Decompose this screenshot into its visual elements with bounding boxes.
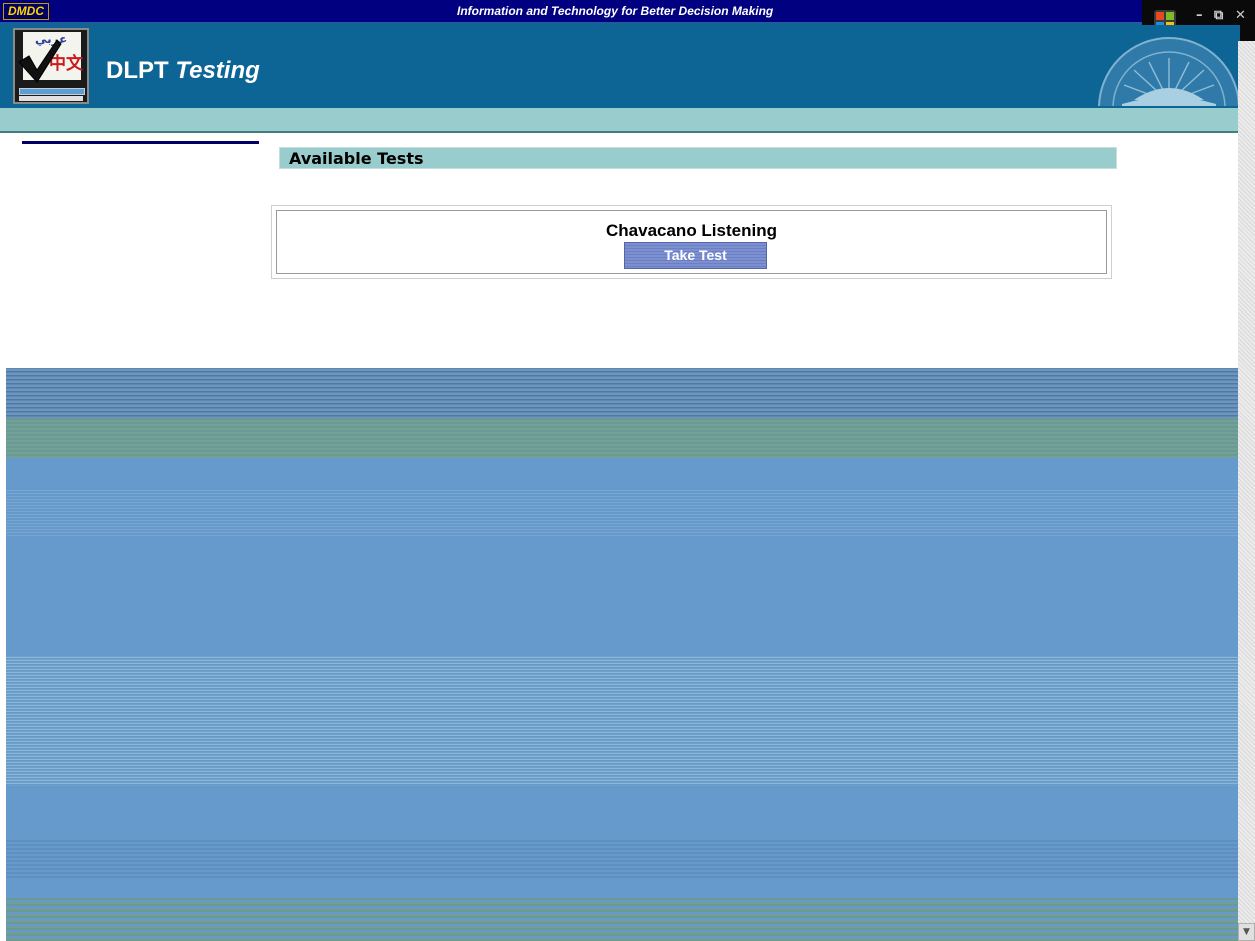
restore-button[interactable]: ⧉ xyxy=(1214,8,1223,24)
header-strip xyxy=(0,108,1240,131)
app-title-sub: Testing xyxy=(175,57,260,84)
top-title-bar: DMDC Information and Technology for Bett… xyxy=(0,0,1142,22)
dmdc-logo: DMDC xyxy=(3,3,49,20)
left-nav-divider xyxy=(22,141,259,144)
checkmark-language-icon: عربي 中文 xyxy=(13,28,89,104)
header-banner: عربي 中文 DLPT Testing xyxy=(0,25,1240,108)
scroll-down-icon[interactable]: ▼ xyxy=(1238,923,1255,941)
test-name: Chavacano Listening xyxy=(606,221,777,240)
app-title: DLPT Testing xyxy=(106,57,260,85)
take-test-button[interactable]: Take Test xyxy=(624,242,767,269)
department-of-defense-seal-icon xyxy=(1098,37,1240,106)
test-card: Chavacano Listening Take Test xyxy=(271,205,1112,279)
vertical-scrollbar[interactable] xyxy=(1238,41,1255,941)
blank-content-area xyxy=(6,368,1238,941)
minimize-button[interactable]: – xyxy=(1196,8,1203,24)
app-title-main: DLPT xyxy=(106,57,169,84)
tagline: Information and Technology for Better De… xyxy=(457,4,774,18)
header-strip-border xyxy=(0,131,1240,133)
section-title: Available Tests xyxy=(279,147,1117,169)
close-button[interactable]: ✕ xyxy=(1235,8,1246,24)
